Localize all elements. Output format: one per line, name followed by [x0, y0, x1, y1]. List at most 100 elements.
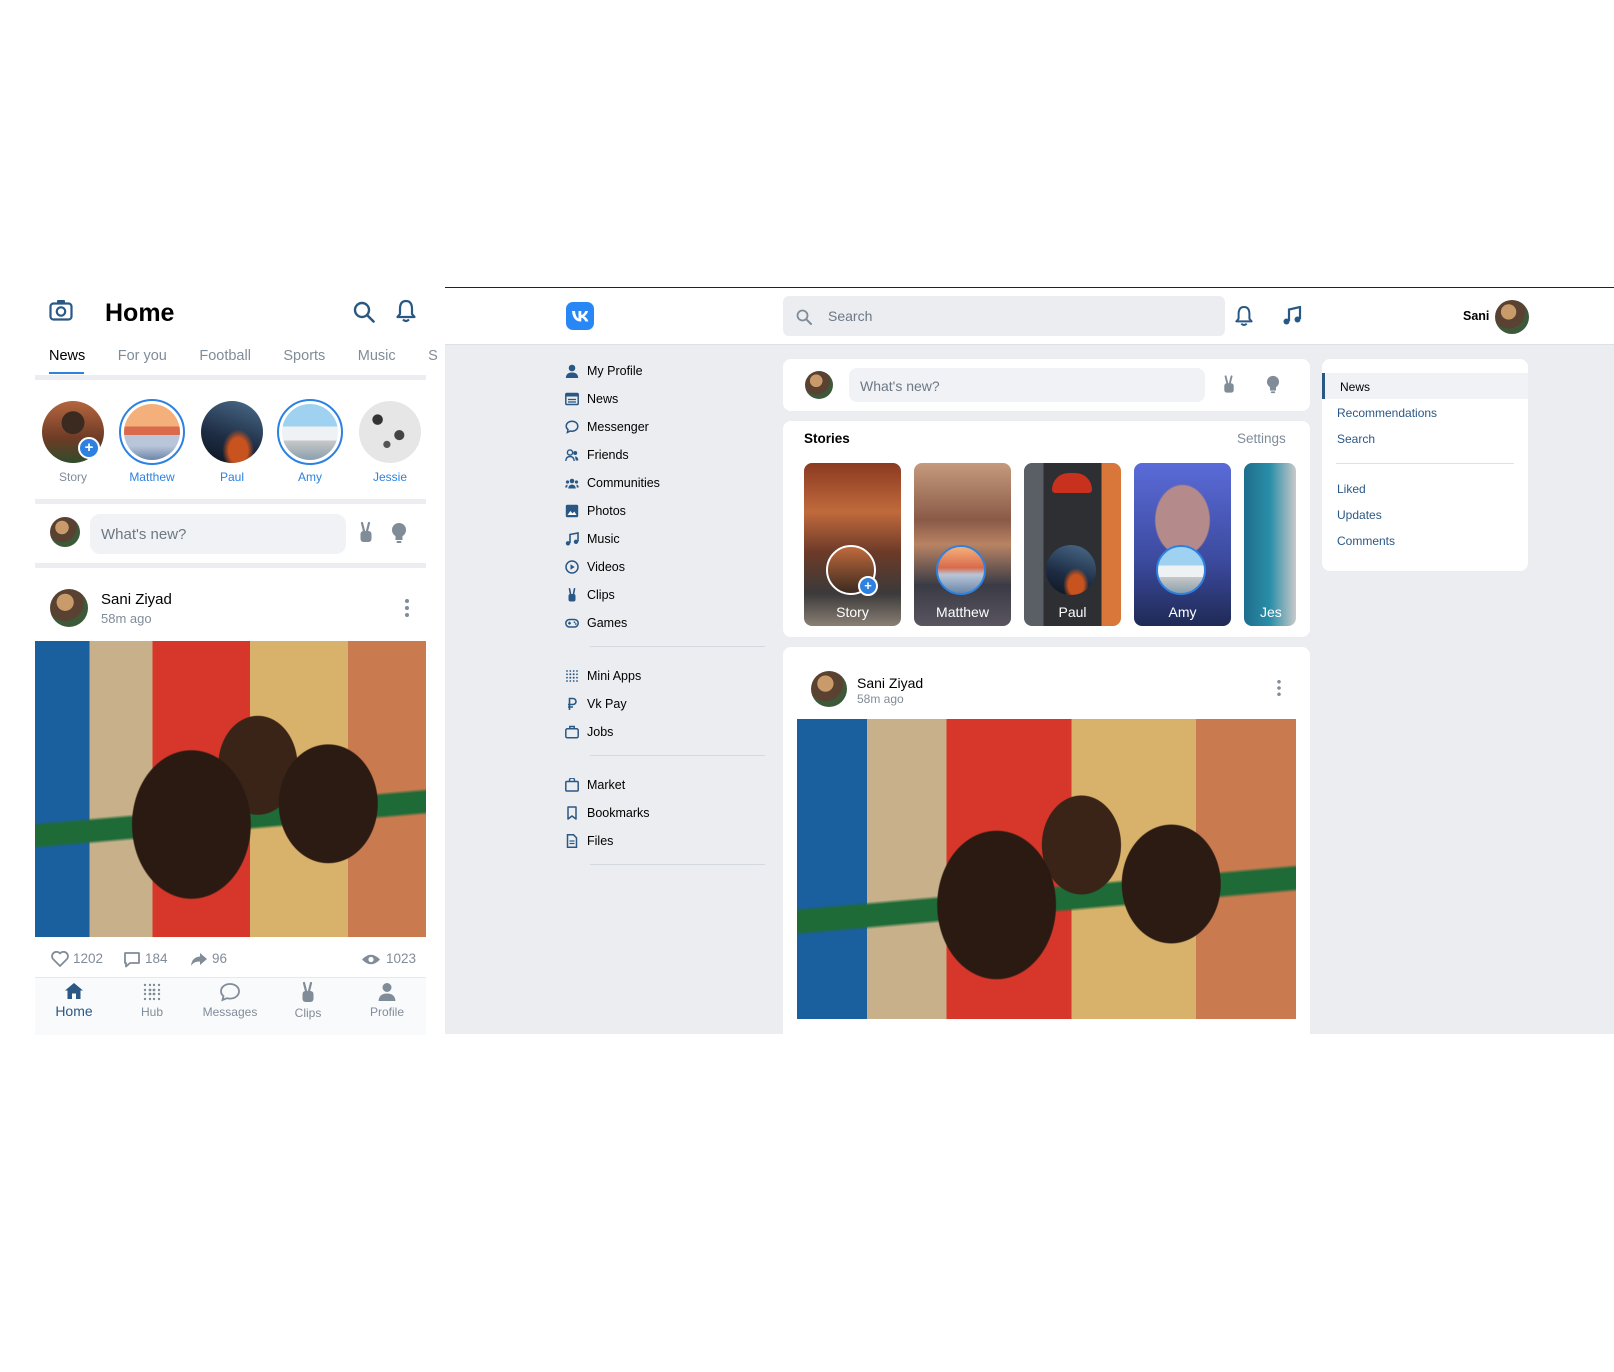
post-author[interactable]: Sani Ziyad — [101, 591, 172, 608]
tab-more[interactable]: S — [428, 348, 438, 364]
search-input[interactable]: Search — [783, 296, 1225, 336]
story-label: Matthew — [129, 470, 175, 484]
share-icon — [191, 953, 207, 966]
hub-icon — [143, 983, 161, 1001]
divider — [35, 375, 426, 380]
story-label: Amy — [1168, 604, 1197, 620]
post-author[interactable]: Sani Ziyad — [857, 675, 923, 691]
nav-clips[interactable]: Clips — [273, 982, 343, 1020]
avatar[interactable] — [805, 371, 833, 399]
nav-label: Home — [55, 1003, 93, 1019]
lightbulb-icon[interactable] — [391, 522, 407, 544]
news-icon — [565, 392, 579, 406]
post-time: 58m ago — [101, 611, 152, 626]
desktop-app-screen: Search Sani My Profile News Messenger Fr… — [445, 288, 1614, 1034]
story-label: Story — [836, 604, 869, 620]
story-matthew[interactable]: Matthew — [914, 463, 1011, 626]
friends-icon — [565, 449, 579, 462]
divider — [1336, 463, 1514, 464]
bookmark-icon — [567, 806, 577, 820]
vk-logo-icon[interactable] — [566, 302, 594, 330]
filter-item-liked[interactable]: Liked — [1337, 482, 1366, 496]
comment-count: 184 — [145, 951, 168, 966]
post-photo[interactable] — [797, 719, 1296, 1019]
top-header: Search Sani — [445, 288, 1614, 345]
photos-icon — [565, 504, 579, 518]
bell-icon[interactable] — [396, 299, 416, 323]
story-label: Jes — [1260, 604, 1282, 620]
stories-settings-link[interactable]: Settings — [1237, 431, 1286, 446]
composer-input[interactable]: What's new? — [849, 368, 1205, 402]
filter-item-recommendations[interactable]: Recommendations — [1337, 406, 1437, 420]
communities-icon — [565, 478, 579, 489]
filter-item-updates[interactable]: Updates — [1337, 508, 1382, 522]
bell-icon[interactable] — [1235, 305, 1253, 327]
author-avatar[interactable] — [50, 589, 88, 627]
user-avatar[interactable] — [1495, 300, 1529, 334]
nav-label: Clips — [294, 1006, 322, 1020]
story-paul[interactable]: Paul — [197, 401, 267, 484]
post-photo[interactable] — [35, 641, 426, 937]
story-label: Amy — [298, 470, 322, 484]
nav-profile[interactable]: Profile — [352, 982, 422, 1019]
profile-icon — [378, 983, 396, 1001]
story-label: Paul — [219, 470, 245, 484]
filter-item-search[interactable]: Search — [1337, 432, 1375, 446]
filter-item-news[interactable]: News — [1322, 373, 1528, 399]
camera-icon[interactable] — [49, 299, 73, 321]
story-label: Matthew — [936, 604, 989, 620]
nav-messages[interactable]: Messages — [195, 982, 265, 1019]
search-icon[interactable] — [353, 301, 375, 323]
story-add[interactable]: + Story — [804, 463, 901, 626]
story-amy[interactable]: Amy — [275, 399, 345, 484]
music-icon[interactable] — [1282, 306, 1302, 326]
clips-icon[interactable] — [1223, 375, 1235, 394]
story-jessie[interactable]: Jessie — [355, 401, 425, 484]
mini-apps-icon — [566, 670, 578, 682]
home-icon — [65, 983, 83, 999]
post-card: Sani Ziyad 58m ago — [783, 647, 1310, 1034]
story-matthew[interactable]: Matthew — [117, 399, 187, 484]
add-story-icon: + — [78, 437, 100, 459]
briefcase-icon — [565, 725, 579, 739]
left-sidebar: My Profile News Messenger Friends Commun… — [445, 344, 775, 1034]
messenger-icon — [565, 420, 579, 434]
story-amy[interactable]: Amy — [1134, 463, 1231, 626]
clips-icon — [302, 982, 314, 1002]
more-options-icon[interactable] — [405, 599, 409, 617]
like-count: 1202 — [73, 951, 104, 966]
clips-icon[interactable] — [359, 522, 373, 544]
tab-football[interactable]: Football — [199, 348, 251, 364]
story-add[interactable]: + Story — [38, 401, 108, 484]
feed-tabs: News For you Football Sports Music S — [49, 347, 440, 369]
author-avatar[interactable] — [811, 671, 847, 707]
story-label: Paul — [1058, 604, 1087, 620]
story-paul[interactable]: Paul — [1024, 463, 1121, 626]
active-tab-indicator — [49, 372, 84, 374]
tab-news[interactable]: News — [49, 348, 85, 364]
clips-icon — [568, 588, 576, 602]
gamepad-icon — [565, 618, 579, 628]
mobile-app-screen: Home News For you Football Sports Music … — [35, 289, 438, 1035]
avatar[interactable] — [50, 517, 80, 547]
story-jessie[interactable]: Jes — [1244, 463, 1296, 626]
story-label: Story — [58, 470, 87, 484]
view-count: 1023 — [386, 951, 417, 966]
lightbulb-icon[interactable] — [1266, 375, 1280, 394]
tab-sports[interactable]: Sports — [283, 348, 325, 364]
more-options-icon[interactable] — [1277, 680, 1281, 696]
bottom-nav: Home Hub Messages Clips Profile — [35, 977, 426, 1035]
tab-music[interactable]: Music — [358, 348, 396, 364]
search-icon — [796, 309, 812, 325]
share-count: 96 — [212, 951, 228, 966]
filter-item-comments[interactable]: Comments — [1337, 534, 1395, 548]
page-title: Home — [105, 299, 175, 327]
tab-for-you[interactable]: For you — [118, 348, 167, 364]
comment-icon — [124, 952, 140, 968]
nav-hub[interactable]: Hub — [117, 982, 187, 1019]
stories-title: Stories — [804, 431, 850, 446]
composer-input[interactable]: What's new? — [90, 514, 346, 554]
user-name[interactable]: Sani — [1463, 309, 1489, 323]
nav-label: Profile — [369, 1005, 404, 1019]
nav-home[interactable]: Home — [39, 982, 109, 1019]
